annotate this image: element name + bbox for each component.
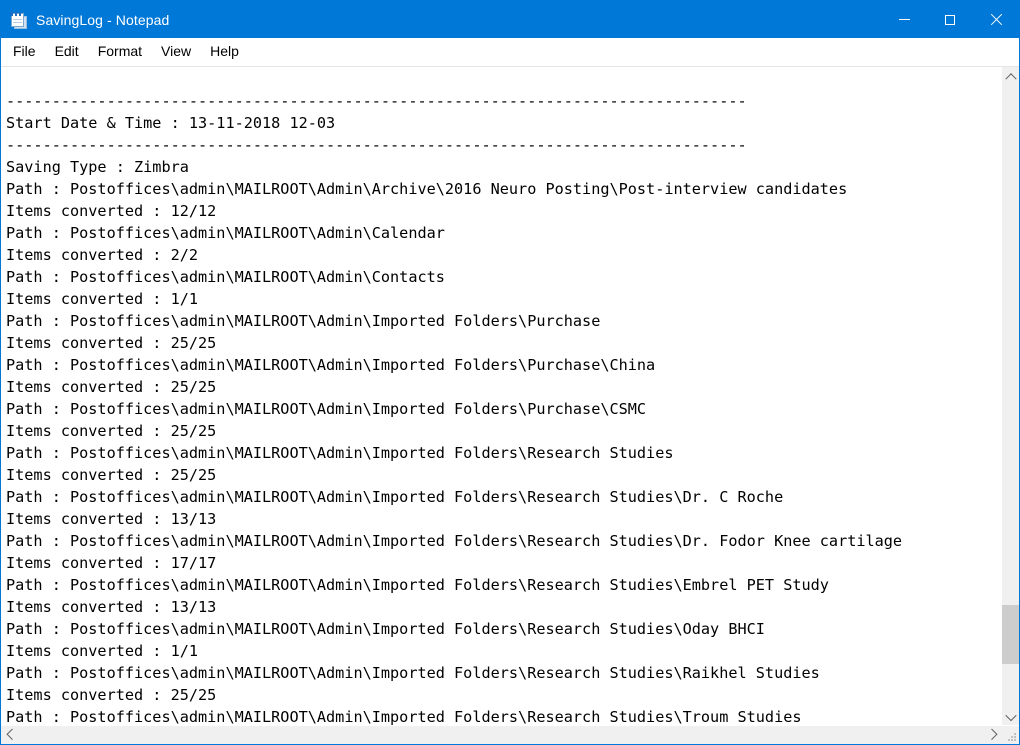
menu-item-format[interactable]: Format: [89, 40, 151, 64]
text-editor[interactable]: ----------------------------------------…: [1, 67, 1001, 725]
chevron-up-icon: [1005, 73, 1016, 84]
menu-item-edit[interactable]: Edit: [46, 40, 88, 64]
window-controls: [881, 1, 1019, 38]
close-button[interactable]: [973, 1, 1019, 38]
minimize-button[interactable]: [881, 1, 927, 38]
menu-item-help[interactable]: Help: [201, 40, 248, 64]
menu-item-file[interactable]: File: [4, 40, 45, 64]
notepad-window: SavingLog - Notepad File Edit Format Vie…: [0, 0, 1020, 745]
minimize-icon: [899, 19, 910, 20]
close-icon: [990, 14, 1002, 26]
scroll-right-button[interactable]: [985, 726, 1002, 743]
scroll-left-button[interactable]: [1, 726, 18, 743]
vertical-scrollbar[interactable]: [1001, 67, 1019, 725]
title-bar[interactable]: SavingLog - Notepad: [1, 1, 1019, 38]
vertical-scroll-thumb[interactable]: [1002, 605, 1019, 664]
horizontal-scrollbar-row: [1, 725, 1019, 744]
chevron-down-icon: [1005, 709, 1016, 720]
maximize-button[interactable]: [927, 1, 973, 38]
chevron-right-icon: [986, 728, 997, 739]
chevron-left-icon: [6, 728, 17, 739]
horizontal-scroll-track[interactable]: [18, 726, 985, 744]
window-title: SavingLog - Notepad: [36, 12, 169, 28]
notepad-icon: [10, 11, 27, 28]
vertical-scroll-track[interactable]: [1002, 84, 1019, 708]
scroll-down-button[interactable]: [1002, 708, 1019, 725]
maximize-icon: [945, 15, 955, 25]
resize-grip-icon[interactable]: [1002, 726, 1019, 744]
horizontal-scrollbar[interactable]: [1, 726, 1002, 744]
editor-area: ----------------------------------------…: [1, 66, 1019, 725]
menu-bar: File Edit Format View Help: [1, 38, 1019, 66]
scroll-up-button[interactable]: [1002, 67, 1019, 84]
menu-item-view[interactable]: View: [152, 40, 200, 64]
log-text[interactable]: ----------------------------------------…: [6, 68, 1001, 725]
